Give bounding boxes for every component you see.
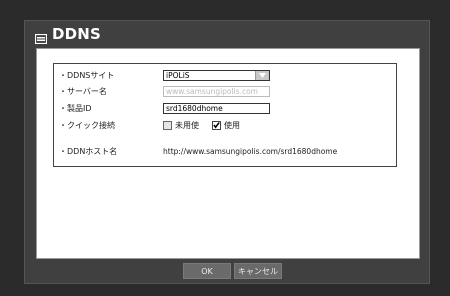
dialog-title: DDNS: [52, 25, 102, 43]
ddns-site-select[interactable]: iPOLiS: [163, 69, 270, 81]
ddns-site-row: ・DDNSサイト iPOLiS: [54, 67, 396, 83]
quick-connect-row: ・クイック接続 未用使 使用: [54, 117, 396, 133]
unused-checkbox-label: 未用使: [175, 120, 199, 130]
product-id-row: ・製品ID srd1680dhome: [54, 100, 396, 116]
quick-connect-label: ・クイック接続: [59, 120, 115, 130]
ddns-host-label: ・DDNホスト名: [59, 146, 118, 156]
product-id-label: ・製品ID: [59, 103, 92, 113]
button-bar: OK キャンセル: [36, 261, 420, 283]
product-id-field[interactable]: srd1680dhome: [163, 102, 270, 114]
cancel-button[interactable]: キャンセル: [234, 263, 282, 279]
content-panel: ・DDNSサイト iPOLiS ・サーバー名 www.samsungipolis…: [36, 48, 420, 259]
ddns-host-value: http://www.samsungipolis.com/srd1680dhom…: [163, 146, 338, 156]
ddns-site-label: ・DDNSサイト: [59, 70, 115, 80]
chevron-down-icon[interactable]: [255, 70, 269, 80]
ddns-site-value: iPOLiS: [166, 70, 190, 80]
check-icon: [213, 122, 220, 129]
ddns-settings-box: ・DDNSサイト iPOLiS ・サーバー名 www.samsungipolis…: [53, 63, 397, 167]
server-name-field: www.samsungipolis.com: [163, 85, 270, 97]
ddns-host-row: ・DDNホスト名 http://www.samsungipolis.com/sr…: [54, 143, 396, 159]
server-name-row: ・サーバー名 www.samsungipolis.com: [54, 83, 396, 99]
dialog-icon: [34, 29, 48, 45]
title-bar: DDNS: [25, 21, 429, 47]
ddns-dialog: DDNS ・DDNSサイト iPOLiS ・サーバー名 www.samsungi…: [24, 20, 430, 284]
use-checkbox[interactable]: [212, 120, 221, 130]
ok-button[interactable]: OK: [183, 263, 231, 279]
unused-checkbox[interactable]: [163, 120, 172, 130]
server-name-label: ・サーバー名: [59, 86, 107, 96]
use-checkbox-label: 使用: [224, 120, 240, 130]
